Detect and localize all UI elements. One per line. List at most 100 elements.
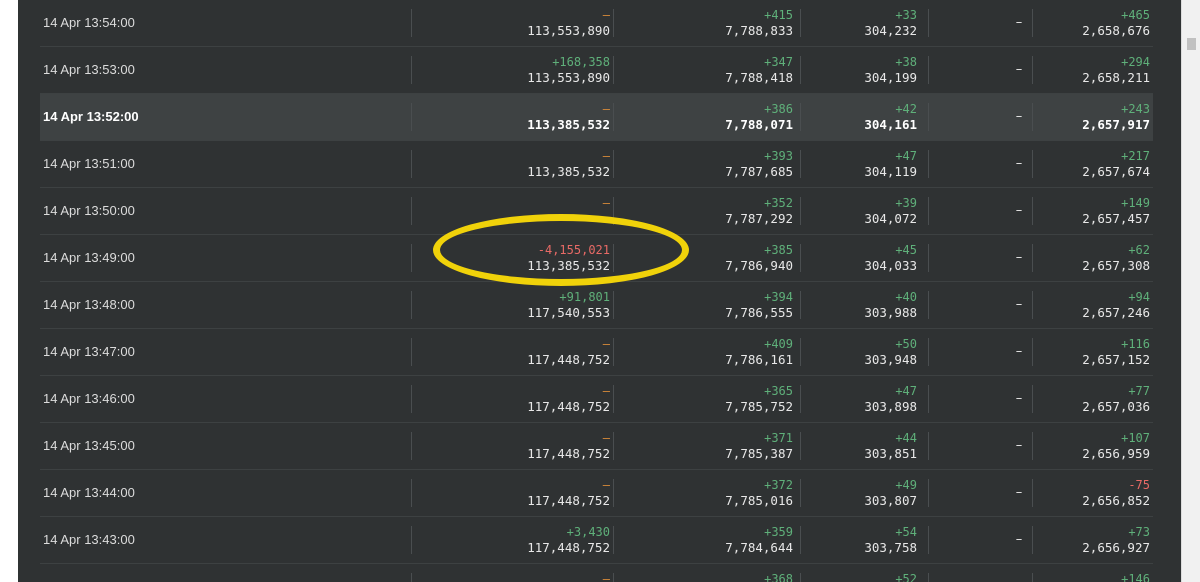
- table-row[interactable]: 14 Apr 13:48:00 +91,801 117,540,553 +394 7,7…: [40, 282, 1153, 329]
- total-value: 2,656,927: [1082, 540, 1150, 555]
- column-1-cell: +168,358 113,553,890: [420, 47, 610, 93]
- total-value: 2,657,674: [1082, 164, 1150, 179]
- total-value: 2,658,676: [1082, 23, 1150, 38]
- change-value: +371: [764, 431, 793, 445]
- column-2-cell: +371 7,785,387: [620, 423, 793, 469]
- change-value: +149: [1121, 196, 1150, 210]
- column-1-cell: –117,448,752: [420, 329, 610, 375]
- change-value: +107: [1121, 431, 1150, 445]
- table-row[interactable]: 14 Apr 13:49:00 -4,155,021 113,385,532 +385…: [40, 235, 1153, 282]
- column-separator: [928, 197, 929, 225]
- column-2-cell: +386 7,788,071: [620, 94, 793, 140]
- column-3-cell: +47 304,119: [800, 141, 917, 187]
- column-3-cell: +42 304,161: [800, 94, 917, 140]
- column-1-cell: –: [420, 188, 610, 234]
- column-separator: [1032, 526, 1033, 554]
- change-value: +42: [895, 102, 917, 116]
- change-value: +146: [1121, 572, 1150, 582]
- table-row[interactable]: 14 Apr 13:44:00–117,448,752 +372 7,785,016…: [40, 470, 1153, 517]
- total-value: 2,657,152: [1082, 352, 1150, 367]
- row-timestamp: 14 Apr 13:44:00: [43, 485, 135, 500]
- change-value: +39: [895, 196, 917, 210]
- column-separator: [928, 103, 929, 131]
- column-5-cell: +294 2,658,211: [1050, 47, 1150, 93]
- column-separator: [928, 56, 929, 84]
- column-5-cell: +243 2,657,917: [1050, 94, 1150, 140]
- column-separator: [1032, 9, 1033, 37]
- change-value: +372: [764, 478, 793, 492]
- column-2-cell: +409 7,786,161: [620, 329, 793, 375]
- column-4-dash: –: [1015, 438, 1023, 453]
- total-value: 2,657,246: [1082, 305, 1150, 320]
- total-value: 7,785,752: [725, 399, 793, 414]
- column-3-cell: +33 304,232: [800, 0, 917, 46]
- column-1-cell: –117,448,752: [420, 376, 610, 422]
- change-value: +243: [1121, 102, 1150, 116]
- column-3-cell: +38 304,199: [800, 47, 917, 93]
- change-value: +368: [764, 572, 793, 582]
- total-value: 7,788,833: [725, 23, 793, 38]
- column-1-cell: –113,553,890: [420, 0, 610, 46]
- total-value: 304,161: [864, 117, 917, 132]
- column-4-dash: –: [1015, 532, 1023, 547]
- total-value: 117,448,752: [527, 399, 610, 414]
- table-row[interactable]: 14 Apr 13:51:00 –113,385,532 +393 7,787,685…: [40, 141, 1153, 188]
- change-value: +352: [764, 196, 793, 210]
- change-value: +415: [764, 8, 793, 22]
- total-value: 117,448,752: [527, 446, 610, 461]
- row-timestamp: 14 Apr 13:49:00: [43, 250, 135, 265]
- column-separator: [613, 103, 614, 131]
- column-separator: [613, 9, 614, 37]
- table-row[interactable]: 14 Apr 13:43:00 +3,430 117,448,752 +359 7,78…: [40, 517, 1153, 564]
- table-row[interactable]: 14 Apr 13:52:00–113,385,532 +386 7,788,071…: [40, 94, 1153, 141]
- column-separator: [928, 150, 929, 178]
- column-4-dash: –: [1015, 391, 1023, 406]
- change-value: +38: [895, 55, 917, 69]
- row-timestamp: 14 Apr 13:51:00: [43, 156, 135, 171]
- change-value: +409: [764, 337, 793, 351]
- total-value: 113,385,532: [527, 258, 610, 273]
- change-value: –: [602, 572, 610, 582]
- table-row[interactable]: 14 Apr 13:42:00 – +368 +52 +146: [40, 564, 1153, 582]
- vertical-scrollbar[interactable]: [1181, 0, 1200, 582]
- table-row[interactable]: 14 Apr 13:46:00–117,448,752 +365 7,785,752…: [40, 376, 1153, 423]
- change-value: –: [602, 431, 610, 445]
- column-2-cell: +394 7,786,555: [620, 282, 793, 328]
- column-4-dash: –: [1015, 15, 1023, 30]
- total-value: 117,448,752: [527, 352, 610, 367]
- column-3-cell: +45 304,033: [800, 235, 917, 281]
- change-value: +359: [764, 525, 793, 539]
- total-value: 117,540,553: [527, 305, 610, 320]
- column-5-cell: +77 2,657,036: [1050, 376, 1150, 422]
- table-row[interactable]: 14 Apr 13:53:00 +168,358 113,553,890 +347 7,…: [40, 47, 1153, 94]
- column-separator: [411, 150, 412, 178]
- change-value: -4,155,021: [537, 243, 610, 257]
- table-row[interactable]: 14 Apr 13:50:00– +352 7,787,292 +39 304,072–…: [40, 188, 1153, 235]
- total-value: 7,787,292: [725, 211, 793, 226]
- table-row[interactable]: 14 Apr 13:54:00–113,553,890 +415 7,788,833…: [40, 0, 1153, 47]
- column-2-cell: +352 7,787,292: [620, 188, 793, 234]
- column-3-cell: +50 303,948: [800, 329, 917, 375]
- table-row[interactable]: 14 Apr 13:47:00–117,448,752 +409 7,786,161…: [40, 329, 1153, 376]
- total-value: 303,898: [864, 399, 917, 414]
- total-value: 113,553,890: [527, 70, 610, 85]
- change-value: –: [602, 149, 610, 163]
- change-value: -75: [1128, 478, 1150, 492]
- table-row[interactable]: 14 Apr 13:45:00–117,448,752 +371 7,785,387…: [40, 423, 1153, 470]
- total-value: 113,385,532: [527, 164, 610, 179]
- column-5-cell: +116 2,657,152: [1050, 329, 1150, 375]
- column-2-cell: +368: [620, 564, 793, 582]
- column-5-cell: +465 2,658,676: [1050, 0, 1150, 46]
- total-value: 303,948: [864, 352, 917, 367]
- column-separator: [928, 291, 929, 319]
- row-timestamp: 14 Apr 13:46:00: [43, 391, 135, 406]
- change-value: –: [602, 337, 610, 351]
- column-2-cell: +393 7,787,685: [620, 141, 793, 187]
- total-value: 304,119: [864, 164, 917, 179]
- change-value: +77: [1128, 384, 1150, 398]
- row-timestamp: 14 Apr 13:43:00: [43, 532, 135, 547]
- scrollbar-thumb[interactable]: [1187, 38, 1196, 50]
- change-value: +33: [895, 8, 917, 22]
- column-5-cell: +62 2,657,308: [1050, 235, 1150, 281]
- left-margin: [0, 0, 18, 582]
